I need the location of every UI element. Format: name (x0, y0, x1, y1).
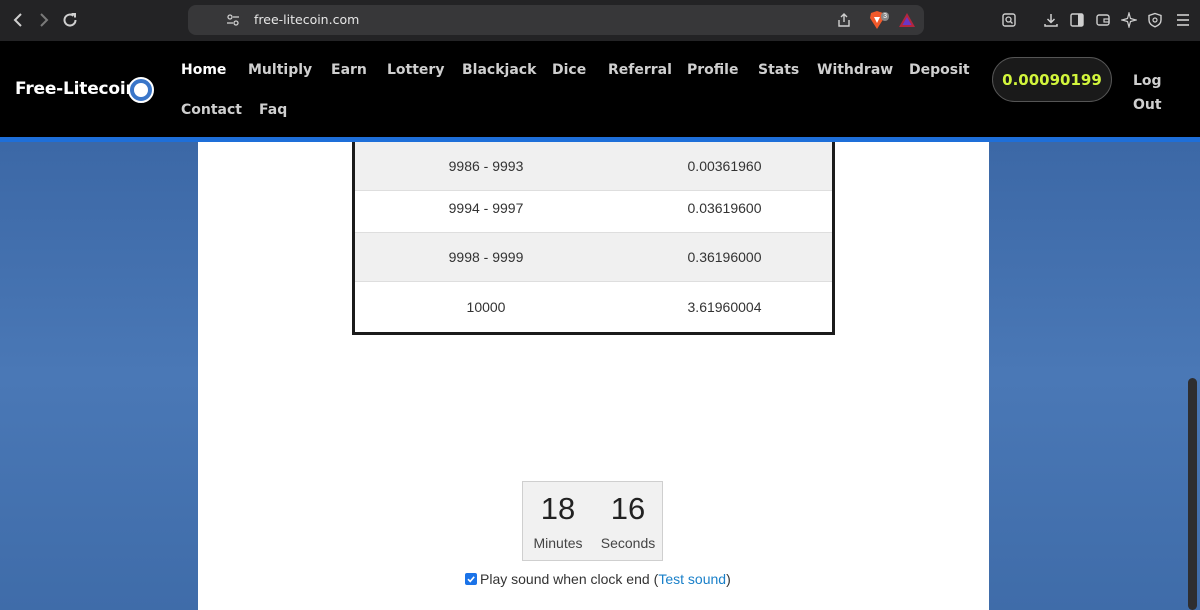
sidebar-icon[interactable] (1066, 9, 1088, 31)
nav-withdraw[interactable]: Withdraw (817, 62, 893, 78)
test-sound-link[interactable]: Test sound (658, 571, 726, 587)
prize-amount: 0.36196000 (687, 249, 762, 265)
balance-pill[interactable]: 0.00090199 (992, 57, 1112, 102)
brave-shields-icon[interactable]: 3 (868, 10, 889, 30)
nav-faq[interactable]: Faq (259, 102, 287, 118)
scrollbar-thumb[interactable] (1188, 378, 1197, 610)
prize-range: 9998 - 9999 (448, 249, 524, 265)
site-header: Free-Litecoin Home Multiply Earn Lottery… (0, 41, 1200, 137)
share-icon[interactable] (836, 12, 852, 28)
vpn-shield-icon[interactable] (1144, 9, 1166, 31)
brave-rewards-icon[interactable] (898, 12, 916, 28)
table-row: 9994 - 9997 0.03619600 (355, 184, 832, 233)
back-icon[interactable] (6, 8, 30, 32)
menu-icon[interactable] (1172, 9, 1194, 31)
prize-range: 9994 - 9997 (448, 200, 524, 216)
paren-close: ) (726, 571, 731, 587)
url-text[interactable]: free-litecoin.com (254, 12, 359, 27)
logout-line-1: Log (1133, 73, 1162, 89)
nav-contact[interactable]: Contact (181, 102, 242, 118)
prize-amount: 0.00361960 (687, 158, 762, 174)
timer-minutes-label: Minutes (533, 535, 583, 551)
countdown-timer: 18 Minutes 16 Seconds (522, 481, 663, 561)
forward-icon[interactable] (32, 8, 56, 32)
logout-line-2: Out (1133, 97, 1162, 113)
timer-seconds-label: Seconds (600, 535, 656, 551)
nav-profile[interactable]: Profile (687, 62, 738, 78)
prize-amount: 3.61960004 (687, 298, 762, 315)
litecoin-logo-icon[interactable] (128, 77, 154, 103)
nav-multiply[interactable]: Multiply (248, 62, 312, 78)
timer-minutes-value: 18 (540, 491, 576, 526)
table-row: 9998 - 9999 0.36196000 (355, 233, 832, 282)
checkmark-icon (467, 576, 475, 583)
prize-amount: 0.03619600 (687, 200, 762, 216)
nav-lottery[interactable]: Lottery (387, 62, 444, 78)
nav-deposit[interactable]: Deposit (909, 62, 970, 78)
download-icon[interactable] (1040, 9, 1062, 31)
site-info-icon[interactable] (226, 13, 240, 27)
nav-dice[interactable]: Dice (552, 62, 586, 78)
logout-link[interactable]: Log Out (1133, 69, 1163, 117)
reader-mode-icon[interactable] (998, 9, 1020, 31)
wallet-icon[interactable] (1092, 9, 1114, 31)
brand-name[interactable]: Free-Litecoin (15, 79, 138, 99)
prize-table: 9986 - 9993 0.00361960 9994 - 9997 0.036… (352, 142, 835, 335)
nav-blackjack[interactable]: Blackjack (462, 62, 536, 78)
reload-icon[interactable] (58, 8, 82, 32)
nav-referral[interactable]: Referral (608, 62, 672, 78)
address-bar[interactable]: free-litecoin.com 3 (188, 5, 924, 35)
nav-stats[interactable]: Stats (758, 62, 799, 78)
nav-earn[interactable]: Earn (331, 62, 367, 78)
prize-range: 10000 (466, 298, 506, 315)
browser-toolbar: free-litecoin.com 3 (0, 0, 1200, 41)
play-sound-label: Play sound when clock end (480, 571, 650, 587)
play-sound-checkbox[interactable] (465, 573, 477, 585)
sound-option: Play sound when clock end ( Test sound ) (465, 570, 731, 588)
table-row: 10000 3.61960004 (355, 282, 832, 331)
nav-home[interactable]: Home (181, 62, 226, 78)
leo-ai-icon[interactable] (1118, 9, 1140, 31)
shield-count-badge: 3 (881, 12, 889, 21)
prize-range: 9986 - 9993 (448, 158, 524, 174)
timer-seconds-value: 16 (610, 491, 646, 526)
